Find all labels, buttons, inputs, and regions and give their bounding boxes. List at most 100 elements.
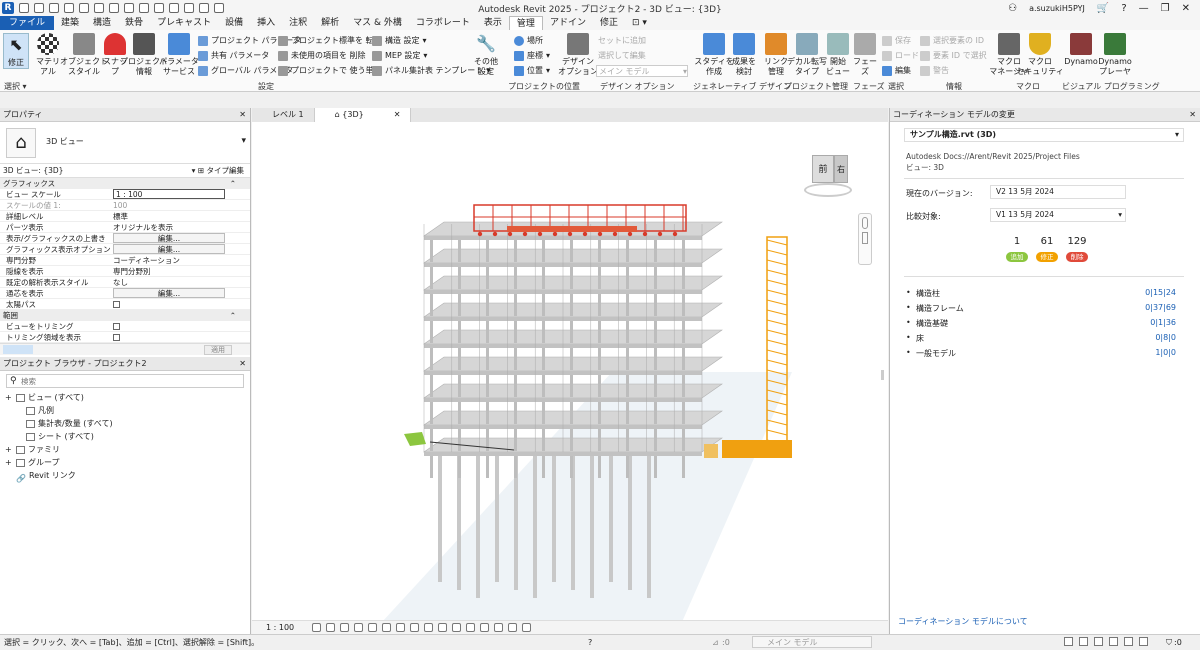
- hide-analytical-icon[interactable]: [522, 623, 531, 632]
- menu-tab[interactable]: 挿入: [250, 16, 282, 30]
- apply-button[interactable]: 適用: [204, 345, 232, 355]
- select-by-face-icon[interactable]: [1109, 637, 1118, 646]
- value-text[interactable]: 専門分野別: [113, 267, 151, 276]
- cart-icon[interactable]: 🛒: [1097, 3, 1109, 14]
- close-icon[interactable]: ✕: [239, 108, 246, 122]
- mep-settings-button[interactable]: MEP 設定 ▾: [372, 50, 427, 61]
- menu-tab[interactable]: アドイン: [543, 16, 593, 30]
- open-icon[interactable]: [19, 3, 29, 13]
- value-text[interactable]: 標準: [113, 212, 128, 221]
- purge-unused-button[interactable]: 未使用の項目を 削除: [278, 50, 366, 61]
- change-item[interactable]: • 一般モデル 1|0|0: [906, 348, 1176, 359]
- save-icon[interactable]: [34, 3, 44, 13]
- maximize-icon[interactable]: ❐: [1161, 3, 1170, 14]
- project-info-button[interactable]: プロジェクト 情報: [120, 33, 168, 77]
- menu-tab[interactable]: 管理: [508, 16, 543, 30]
- category-range[interactable]: 範囲 ⌃: [0, 310, 250, 321]
- shared-parameters-button[interactable]: 共有 パラメータ: [198, 50, 269, 61]
- user-name[interactable]: a.suzukiH5PYJ: [1029, 4, 1085, 13]
- filter-icon[interactable]: ⛉: [1166, 635, 1172, 650]
- value-text[interactable]: なし: [113, 278, 128, 287]
- add-to-set-button[interactable]: セットに追加: [598, 35, 646, 46]
- menu-tab[interactable]: 鉄骨: [118, 16, 150, 30]
- expand-icon[interactable]: +: [5, 456, 13, 469]
- select-links-icon[interactable]: [1064, 637, 1073, 646]
- select-pinned-icon[interactable]: [1094, 637, 1103, 646]
- close-hidden-icon[interactable]: [199, 3, 209, 13]
- dynamo-button[interactable]: Dynamo: [1064, 33, 1098, 67]
- current-version-field[interactable]: V2 13 5月 2024: [990, 185, 1126, 199]
- menu-tab[interactable]: 解析: [314, 16, 346, 30]
- sun-path-icon[interactable]: [340, 623, 349, 632]
- detail-level-icon[interactable]: [312, 623, 321, 632]
- help-icon[interactable]: ?: [1121, 3, 1126, 14]
- undo-icon[interactable]: [64, 3, 74, 13]
- category-graphics[interactable]: グラフィックス ⌃: [0, 178, 250, 189]
- 3d-model-canvas[interactable]: [252, 122, 888, 620]
- text-icon[interactable]: [139, 3, 149, 13]
- object-style-button[interactable]: オブジェクト スタイル: [60, 33, 108, 77]
- constraints-icon[interactable]: [508, 623, 517, 632]
- explore-outcomes-button[interactable]: 成果を 検討: [730, 33, 758, 77]
- menu-tab[interactable]: ファイル: [0, 16, 55, 30]
- value-text[interactable]: コーディネーション: [113, 256, 180, 265]
- minimize-icon[interactable]: —: [1139, 3, 1149, 14]
- model-select[interactable]: サンプル構造.rvt (3D) ▾: [904, 128, 1184, 142]
- render-icon[interactable]: [368, 623, 377, 632]
- change-item[interactable]: • 構造基礎 0|1|36: [906, 318, 1176, 329]
- menu-tab[interactable]: マス & 外構: [346, 16, 409, 30]
- design-options-button[interactable]: デザイン オプション: [558, 33, 598, 77]
- load-selection-button[interactable]: ロード: [882, 50, 919, 61]
- edit-button[interactable]: 編集...: [113, 288, 225, 298]
- decal-types-button[interactable]: デカル転写 タイプ: [787, 33, 827, 77]
- manage-links-button[interactable]: リンク 管理: [764, 33, 788, 77]
- edit-button[interactable]: 編集...: [113, 233, 225, 243]
- coordinates-button[interactable]: 座標 ▾: [514, 50, 550, 61]
- design-option-status[interactable]: メイン モデル: [752, 636, 872, 648]
- thin-lines-icon[interactable]: [184, 3, 194, 13]
- dynamo-player-button[interactable]: Dynamo プレーヤ: [1098, 33, 1132, 77]
- worksharing-icon[interactable]: ⊿: [712, 635, 719, 650]
- type-edit-button[interactable]: ▾ ⊞ タイプ編集: [192, 164, 244, 178]
- other-settings-button[interactable]: 🔧 その他 設定: [472, 33, 500, 77]
- tree-item[interactable]: シート (すべて): [3, 430, 250, 443]
- print-icon[interactable]: [94, 3, 104, 13]
- close-icon[interactable]: ✕: [1182, 3, 1190, 14]
- position-button[interactable]: 位置 ▾: [514, 65, 550, 76]
- value-text[interactable]: オリジナルを表示: [113, 223, 173, 232]
- instance-selector[interactable]: 3D ビュー: {3D} ▾ ⊞ タイプ編集: [0, 164, 250, 178]
- phases-button[interactable]: フェーズ: [852, 33, 878, 77]
- revit-logo-icon[interactable]: R: [2, 2, 14, 14]
- change-item[interactable]: • 構造柱 0|15|24: [906, 288, 1176, 299]
- viewcube-right[interactable]: 右: [834, 155, 848, 183]
- visual-style-icon[interactable]: [326, 623, 335, 632]
- tree-item[interactable]: + グループ: [3, 456, 250, 469]
- panel-label-select[interactable]: 選択 ▾: [4, 81, 27, 92]
- select-underlay-icon[interactable]: [1079, 637, 1088, 646]
- worksharing-display-icon[interactable]: [466, 623, 475, 632]
- menu-tab[interactable]: プレキャスト: [150, 16, 218, 30]
- tree-item[interactable]: + ファミリ: [3, 443, 250, 456]
- user-icon[interactable]: ⚇: [1008, 3, 1017, 14]
- value-text[interactable]: 100: [113, 201, 127, 210]
- collapse-icon[interactable]: ⌃: [230, 178, 236, 189]
- navigation-bar[interactable]: [858, 213, 872, 265]
- edit-selection-button[interactable]: 編集: [882, 65, 911, 76]
- view-scale-input[interactable]: 1 : 100: [113, 189, 225, 199]
- drag-elements-icon[interactable]: [1124, 637, 1133, 646]
- crop-view-icon[interactable]: [382, 623, 391, 632]
- structural-settings-button[interactable]: 構造 設定 ▾: [372, 35, 427, 46]
- view-resize-handle[interactable]: [881, 370, 884, 380]
- close-icon[interactable]: ✕: [394, 110, 401, 119]
- shadows-icon[interactable]: [354, 623, 363, 632]
- transfer-standards-button[interactable]: プロジェクト標準を 転送: [278, 35, 382, 46]
- compare-select[interactable]: V1 13 5月 2024 ▾: [990, 208, 1126, 222]
- temp-hide-icon[interactable]: [424, 623, 433, 632]
- menu-tab[interactable]: 建築: [54, 16, 86, 30]
- menu-tab[interactable]: 表示: [477, 16, 509, 30]
- selection-ids-button[interactable]: 選択要素の ID: [920, 35, 984, 46]
- close-icon[interactable]: ✕: [1189, 108, 1196, 122]
- browser-search-input[interactable]: [21, 376, 221, 386]
- create-study-button[interactable]: スタディを 作成: [694, 33, 734, 77]
- chevron-down-icon[interactable]: ▾: [241, 136, 246, 146]
